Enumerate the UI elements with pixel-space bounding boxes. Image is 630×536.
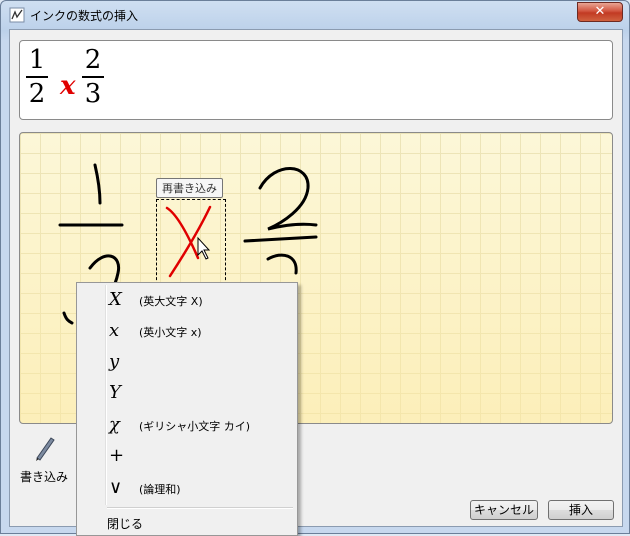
fraction-denominator: 2 (28, 79, 46, 109)
fraction-numerator: 1 (28, 45, 46, 75)
menu-item-description: (英大文字 X) (139, 295, 203, 308)
menu-item-plus[interactable]: + (79, 443, 295, 469)
menu-item-capital-x[interactable]: X (英大文字 X) (79, 287, 295, 313)
menu-item-small-x[interactable]: x (英小文字 x) (79, 318, 295, 344)
preview-fraction-1: 1 2 (26, 45, 48, 109)
write-tool-button[interactable]: 書き込み (14, 432, 74, 484)
preview-fraction-2: 2 3 (82, 45, 104, 109)
fraction-denominator: 3 (84, 79, 102, 109)
fraction-bar (82, 76, 104, 78)
window-title: インクの数式の挿入 (30, 9, 139, 23)
menu-separator (107, 507, 293, 509)
menu-item-symbol: X (109, 289, 122, 310)
menu-item-symbol: ∨ (109, 477, 123, 498)
menu-item-symbol: y (109, 351, 120, 372)
menu-close-item[interactable]: 閉じる (107, 515, 143, 532)
menu-item-description: (ギリシャ小文字 カイ) (139, 420, 251, 433)
pen-icon (36, 437, 55, 461)
preview-variable: x (60, 71, 76, 101)
rewrite-tooltip: 再書き込み (156, 178, 223, 198)
cancel-button[interactable]: キャンセル (470, 500, 538, 520)
fraction-numerator: 2 (84, 45, 102, 75)
close-button[interactable]: ✕ (577, 2, 623, 22)
math-input-icon (9, 7, 25, 23)
menu-item-description: (論理和) (139, 483, 181, 496)
menu-item-symbol: x (109, 320, 120, 341)
menu-item-chi[interactable]: χ (ギリシャ小文字 カイ) (79, 412, 295, 438)
menu-item-symbol: χ (109, 414, 120, 435)
math-preview: 1 2 x 2 3 (19, 40, 613, 120)
menu-item-description: (英小文字 x) (139, 326, 202, 339)
fraction-bar (26, 76, 48, 78)
correction-menu: X (英大文字 X) x (英小文字 x) y Y χ (ギリシャ小文字 カイ)… (76, 282, 298, 536)
menu-item-capital-y[interactable]: Y (79, 380, 295, 406)
menu-item-symbol: + (109, 445, 125, 466)
title-bar[interactable]: インクの数式の挿入 ✕ (1, 1, 629, 29)
menu-item-logical-or[interactable]: ∨ (論理和) (79, 475, 295, 501)
write-tool-label: 書き込み (19, 470, 68, 484)
insert-button[interactable]: 挿入 (548, 500, 614, 520)
selection-box[interactable] (156, 199, 226, 285)
menu-item-symbol: Y (109, 382, 121, 403)
menu-item-small-y[interactable]: y (79, 349, 295, 375)
close-icon: ✕ (594, 4, 606, 19)
